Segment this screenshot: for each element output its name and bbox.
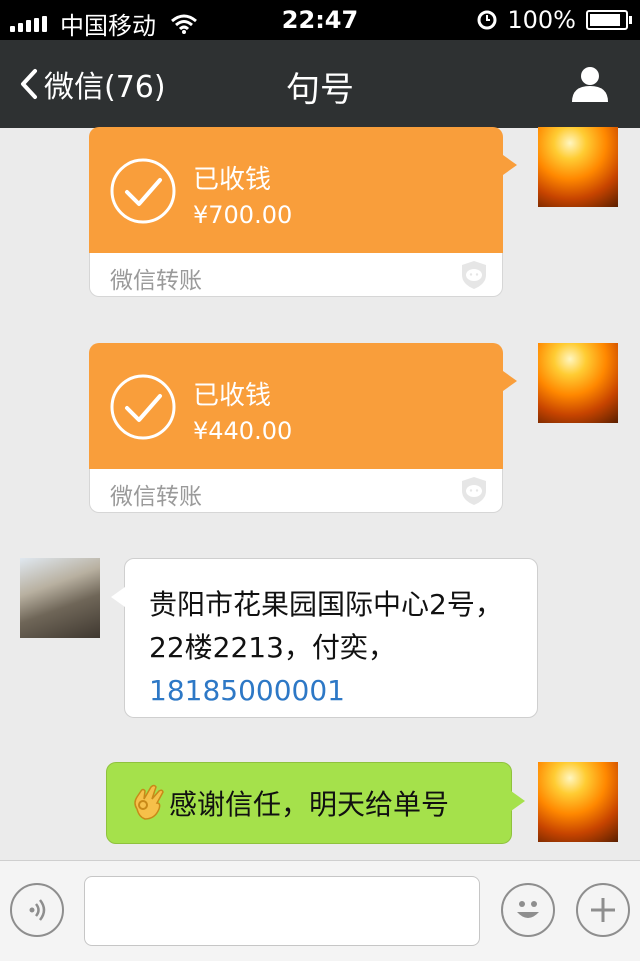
plus-button[interactable] — [576, 883, 630, 937]
page-title: 句号 — [286, 70, 354, 110]
message-bubble-outgoing[interactable]: 感谢信任，明天给单号 — [106, 762, 525, 844]
transfer-status: 已收钱 — [193, 381, 272, 411]
clock-icon — [477, 10, 497, 30]
bubble-tail — [511, 791, 525, 811]
check-circle-icon — [110, 158, 176, 224]
message-body: 贵阳市花果园国际中心2号，22楼2213，付奕， — [149, 588, 503, 664]
check-circle-icon — [110, 374, 176, 440]
transfer-amount: ¥700.00 — [193, 201, 293, 229]
input-bar — [0, 860, 640, 961]
message-text: 感谢信任，明天给单号 — [169, 788, 450, 821]
transfer-label: 微信转账 — [110, 484, 202, 510]
voice-button[interactable] — [10, 883, 64, 937]
transfer-card[interactable]: 已收钱 ¥440.00 微信转账 — [89, 343, 517, 513]
message-bubble-incoming[interactable]: 贵阳市花果园国际中心2号，22楼2213，付奕， 18185000001 — [111, 558, 538, 718]
plus-icon — [591, 898, 615, 922]
bubble-tail — [503, 155, 517, 175]
avatar-self[interactable] — [538, 127, 618, 207]
transfer-label: 微信转账 — [110, 268, 202, 294]
avatar-self[interactable] — [538, 343, 618, 423]
battery-percent: 100% — [507, 6, 576, 34]
transfer-card-body: 已收钱 ¥440.00 — [89, 343, 503, 469]
bubble-tail — [111, 587, 125, 607]
wechat-pay-icon — [462, 261, 486, 289]
battery-level — [590, 14, 620, 26]
ok-hand-icon — [134, 784, 164, 820]
transfer-card[interactable]: 已收钱 ¥700.00 微信转账 — [89, 127, 517, 297]
status-bar: 中国移动 22:47 100% — [0, 0, 640, 40]
battery-group: 100% — [477, 6, 632, 34]
profile-icon[interactable] — [570, 64, 610, 104]
transfer-status: 已收钱 — [193, 165, 272, 195]
bubble-tail — [503, 371, 517, 391]
smiley-icon — [517, 901, 539, 918]
battery-icon — [586, 10, 632, 30]
wechat-pay-icon — [462, 477, 486, 505]
avatar-self[interactable] — [538, 762, 618, 842]
message-text: 贵阳市花果园国际中心2号，22楼2213，付奕， 18185000001 — [149, 583, 519, 712]
emoji-button[interactable] — [501, 883, 555, 937]
transfer-amount: ¥440.00 — [193, 417, 293, 445]
nav-bar: 微信(76) 句号 — [0, 40, 640, 128]
avatar-contact[interactable] — [20, 558, 100, 638]
phone-link[interactable]: 18185000001 — [149, 674, 345, 707]
transfer-footer: 微信转账 — [89, 253, 503, 297]
voice-icon — [29, 899, 46, 921]
message-input[interactable] — [84, 876, 480, 946]
transfer-footer: 微信转账 — [89, 469, 503, 513]
transfer-card-body: 已收钱 ¥700.00 — [89, 127, 503, 253]
